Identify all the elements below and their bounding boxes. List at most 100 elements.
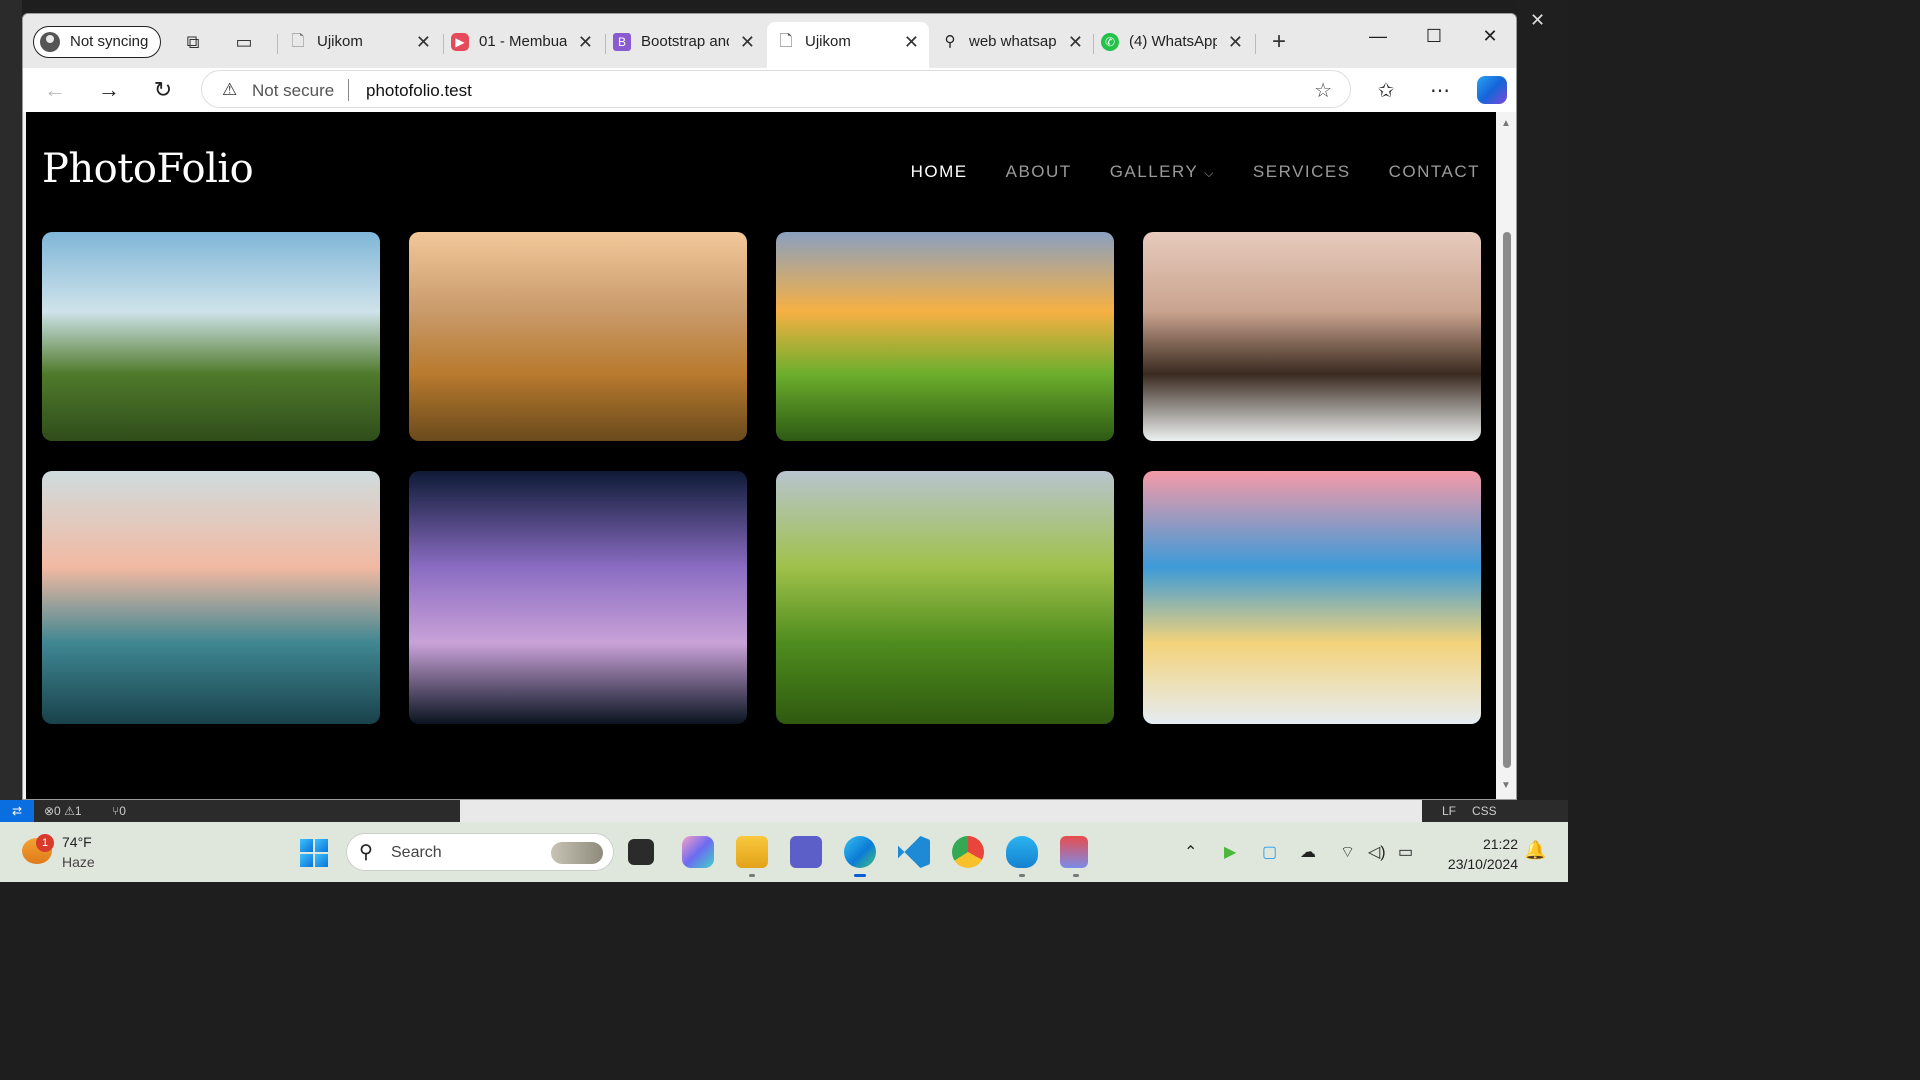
gallery-photo[interactable] <box>409 471 747 724</box>
tab-ujikom[interactable]: 🗋 Ujikom ✕ <box>279 22 441 62</box>
address-bar[interactable]: ⚠ Not secure photofolio.test ☆ <box>201 70 1351 108</box>
tab-separator <box>1255 34 1256 54</box>
teams-icon[interactable] <box>790 836 822 868</box>
address-divider <box>348 79 349 101</box>
start-button[interactable] <box>300 839 328 867</box>
vscode-icon[interactable] <box>898 836 930 868</box>
scroll-down-icon[interactable]: ▼ <box>1501 780 1511 791</box>
nav-contact[interactable]: CONTACT <box>1389 162 1480 182</box>
tab-whatsapp[interactable]: ✆ (4) WhatsApp ✕ <box>1091 22 1253 62</box>
tab-separator <box>277 34 278 54</box>
file-explorer-icon[interactable] <box>736 836 768 877</box>
vscode-minimap <box>1517 0 1568 800</box>
nav-home[interactable]: HOME <box>911 162 968 182</box>
refresh-icon[interactable]: ↻ <box>147 76 179 104</box>
browser-window: Not syncing ⧉ ▭ 🗋 Ujikom ✕ ▶ 01 - Membua… <box>22 13 1517 800</box>
workspaces-icon[interactable]: ⧉ <box>181 30 205 54</box>
tab-actions-icon[interactable]: ▭ <box>232 30 256 54</box>
tab-bootstrap[interactable]: B Bootstrap and ✕ <box>603 22 765 62</box>
gallery-photo[interactable] <box>42 232 380 441</box>
chrome-icon[interactable] <box>952 836 984 868</box>
tab-title: Bootstrap and <box>641 33 729 50</box>
taskbar: 1 74°F Haze ⚲ Search ⌃ ▶ ▢ ☁ ⌔ ◁) ▭ 21:2… <box>0 822 1568 882</box>
url-text[interactable]: photofolio.test <box>366 81 472 101</box>
close-icon[interactable]: ✕ <box>1068 22 1083 62</box>
gallery-photo[interactable] <box>776 471 1114 724</box>
snipping-tool-icon[interactable] <box>1060 836 1088 877</box>
clock[interactable]: 21:22 23/10/2024 <box>1432 834 1518 874</box>
nav-gallery-label: GALLERY <box>1109 162 1199 181</box>
tab-title: web whatsapp <box>969 33 1057 50</box>
gallery-photo[interactable] <box>1143 232 1481 441</box>
gallery-photo[interactable] <box>409 232 747 441</box>
notification-bell-icon[interactable]: 🔔 <box>1524 840 1546 861</box>
remote-icon[interactable]: ⇄ <box>0 800 34 822</box>
tab-title: Ujikom <box>317 33 363 50</box>
scroll-up-icon[interactable]: ▲ <box>1501 118 1511 129</box>
bootstrap-icon: B <box>613 33 631 51</box>
edge-icon[interactable] <box>844 836 876 877</box>
search-highlight-image <box>551 842 603 864</box>
tab-ujikom-active[interactable]: 🗋 Ujikom ✕ <box>767 22 929 68</box>
close-icon[interactable]: ✕ <box>578 22 593 62</box>
tab-title: (4) WhatsApp <box>1129 33 1217 50</box>
warning-icon[interactable]: ⚠ <box>222 80 237 100</box>
eol-indicator[interactable]: LF <box>1442 804 1456 818</box>
minimize-icon[interactable]: — <box>1363 26 1393 47</box>
problems-indicator[interactable]: ⊗0 ⚠1 <box>44 804 82 818</box>
close-icon[interactable]: ✕ <box>1228 22 1243 62</box>
profile-button[interactable]: Not syncing <box>33 26 162 58</box>
tray-app-icon[interactable]: ▶ <box>1224 842 1236 862</box>
vscode-close-icon[interactable]: ✕ <box>1530 10 1545 31</box>
scrollbar-thumb[interactable] <box>1503 232 1511 768</box>
weather-widget[interactable]: 1 74°F Haze <box>20 832 130 872</box>
favorites-icon[interactable]: ✩ <box>1371 78 1401 103</box>
taskbar-search[interactable]: ⚲ Search <box>346 833 614 871</box>
forward-icon[interactable]: → <box>93 76 125 104</box>
vscode-activity-bar <box>0 0 22 800</box>
close-icon[interactable]: ✕ <box>740 22 755 62</box>
nav-about[interactable]: ABOUT <box>1006 162 1072 182</box>
volume-icon[interactable]: ◁) <box>1368 842 1386 862</box>
favorite-star-icon[interactable]: ☆ <box>1314 78 1332 103</box>
new-tab-icon[interactable]: + <box>1267 30 1291 54</box>
tab-title: 01 - Membuat <box>479 33 567 50</box>
ports-indicator[interactable]: ⑂0 <box>112 804 126 818</box>
copilot-app-icon[interactable] <box>682 836 714 868</box>
notification-badge: 1 <box>36 834 54 852</box>
close-icon[interactable]: ✕ <box>416 22 431 62</box>
tab-title: Ujikom <box>805 33 851 50</box>
vscode-status-bar: ⇄ ⊗0 ⚠1 ⑂0 LF CSS <box>0 800 1568 822</box>
gallery-photo[interactable] <box>42 471 380 724</box>
maximize-icon[interactable]: ☐ <box>1419 26 1449 47</box>
search-placeholder: Search <box>391 844 442 861</box>
more-options-icon[interactable]: ⋯ <box>1425 78 1455 103</box>
gallery-photo[interactable] <box>776 232 1114 441</box>
search-icon: ⚲ <box>359 842 373 863</box>
editor-toolbar-strip <box>460 800 1422 822</box>
tab-youtube[interactable]: ▶ 01 - Membuat ✕ <box>441 22 603 62</box>
tray-app2-icon[interactable]: ▢ <box>1262 842 1277 862</box>
battery-icon[interactable]: ▭ <box>1398 842 1413 862</box>
app-icon[interactable] <box>1006 836 1038 877</box>
site-brand[interactable]: PhotoFolio <box>42 146 254 192</box>
window-close-icon[interactable]: ✕ <box>1475 26 1505 47</box>
scrollbar[interactable]: ▲ ▼ <box>1498 112 1516 799</box>
security-label[interactable]: Not secure <box>252 81 334 101</box>
task-view-icon[interactable] <box>628 839 654 865</box>
profile-label: Not syncing <box>70 33 149 50</box>
tab-strip: Not syncing ⧉ ▭ 🗋 Ujikom ✕ ▶ 01 - Membua… <box>23 14 1516 68</box>
tab-search[interactable]: ⚲ web whatsapp ✕ <box>931 22 1093 62</box>
weather-condition: Haze <box>62 854 95 870</box>
youtube-icon: ▶ <box>451 33 469 51</box>
gallery-photo[interactable] <box>1143 471 1481 724</box>
nav-gallery[interactable]: GALLERY ⌵ <box>1110 162 1215 182</box>
wifi-icon[interactable]: ⌔ <box>1340 842 1355 862</box>
onedrive-icon[interactable]: ☁ <box>1300 842 1316 862</box>
nav-services[interactable]: SERVICES <box>1253 162 1351 182</box>
back-icon[interactable]: ← <box>39 76 71 104</box>
chevron-up-icon[interactable]: ⌃ <box>1184 842 1197 862</box>
copilot-icon[interactable] <box>1477 76 1507 104</box>
language-indicator[interactable]: CSS <box>1472 804 1497 818</box>
close-icon[interactable]: ✕ <box>904 22 919 62</box>
